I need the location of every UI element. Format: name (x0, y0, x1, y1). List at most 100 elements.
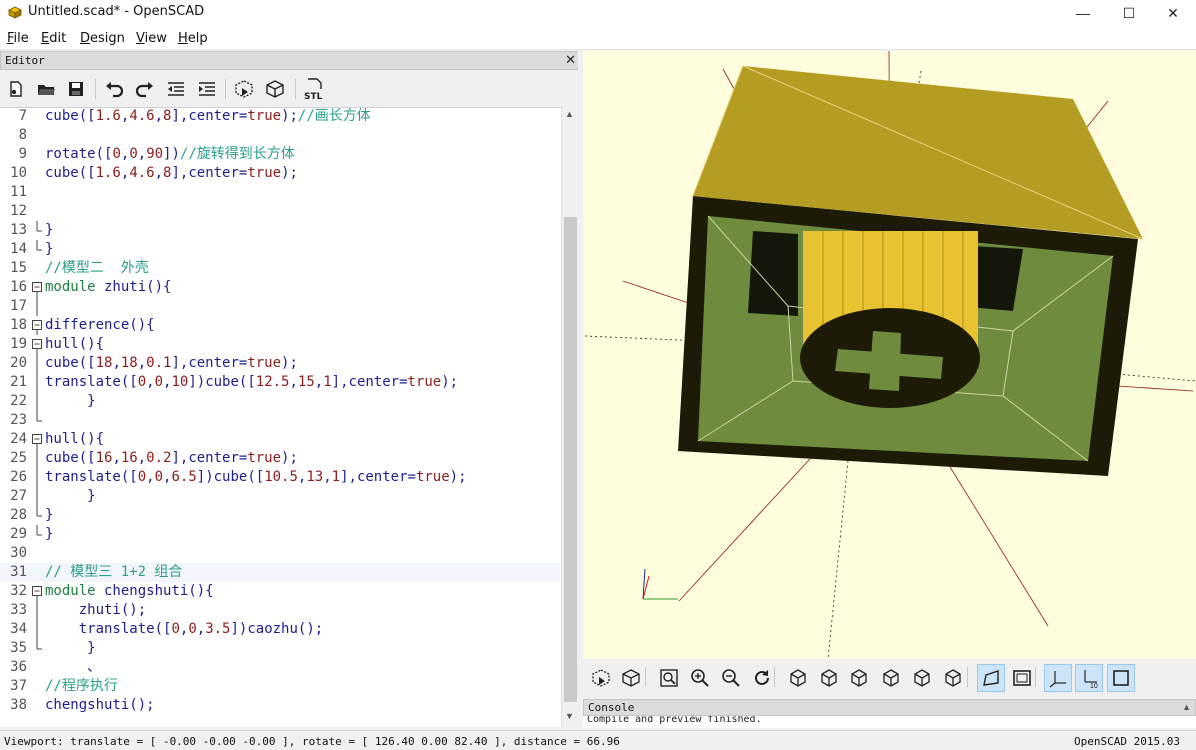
code-line[interactable]: 9 rotate([0,0,90])//旋转得到长方体 (0, 145, 560, 164)
reset-view-icon[interactable] (748, 664, 776, 692)
console-message: Compile and preview finished. (587, 716, 762, 725)
menu-edit[interactable]: Edit (41, 31, 66, 46)
indent-icon[interactable] (195, 77, 219, 101)
code-line[interactable]: 18 difference(){ (0, 316, 560, 335)
new-file-icon[interactable] (4, 77, 28, 101)
console-scroll-up-icon[interactable]: ▲ (1182, 702, 1191, 712)
scroll-up-icon[interactable]: ▲ (565, 109, 574, 119)
editor-vertical-scrollbar[interactable]: ▲ ▼ (561, 107, 578, 727)
scrollbar-thumb[interactable] (564, 217, 577, 702)
perspective-icon[interactable] (977, 664, 1005, 692)
menu-file[interactable]: File (7, 31, 29, 46)
code-line[interactable]: 34 translate([0,0,3.5])caozhu(); (0, 620, 560, 639)
code-token: 0 (137, 374, 147, 390)
code-line[interactable]: 13} (0, 221, 560, 240)
fold-toggle-icon[interactable] (31, 430, 43, 449)
view-right-icon[interactable] (784, 664, 812, 692)
model-render (584, 51, 1196, 659)
unindent-icon[interactable] (164, 77, 188, 101)
line-number: 18 (10, 317, 27, 333)
editor-close-icon[interactable]: ✕ (565, 52, 576, 68)
code-line[interactable]: 17 (0, 297, 560, 316)
code-line[interactable]: 24 hull(){ (0, 430, 560, 449)
code-token: ],center= (331, 374, 408, 390)
line-number: 30 (10, 545, 27, 561)
code-editor[interactable]: 7 cube([1.6,4.6,8],center=true);//画长方体 8 9 r… (0, 107, 578, 727)
redo-icon[interactable] (133, 77, 157, 101)
code-line[interactable]: 11 (0, 183, 560, 202)
code-line[interactable]: 33 zhuti(); (0, 601, 560, 620)
code-line[interactable]: 10 cube([1.6,4.6,8],center=true); (0, 164, 560, 183)
code-line[interactable]: 36 、 (0, 658, 560, 677)
code-line[interactable]: 19 hull(){ (0, 335, 560, 354)
code-line[interactable]: 31 // 模型三 1+2 组合 (0, 563, 560, 582)
view-back-icon[interactable] (939, 664, 967, 692)
code-token: } (45, 640, 96, 656)
minimize-button[interactable]: — (1060, 0, 1106, 26)
maximize-button[interactable]: ☐ (1106, 0, 1152, 26)
code-line[interactable]: 28} (0, 506, 560, 525)
save-icon[interactable] (64, 77, 88, 101)
show-scale-markers-icon[interactable]: 10 (1075, 664, 1103, 692)
code-line[interactable]: 25 cube([16,16,0.2],center=true); (0, 449, 560, 468)
view-left-icon[interactable] (877, 664, 905, 692)
code-line[interactable]: 20 cube([18,18,0.1],center=true); (0, 354, 560, 373)
preview-icon[interactable] (232, 77, 256, 101)
code-line[interactable]: 29} (0, 525, 560, 544)
zoom-out-icon[interactable] (717, 664, 745, 692)
menu-view[interactable]: View (136, 31, 167, 46)
open-file-icon[interactable] (34, 77, 58, 101)
show-edges-icon[interactable] (1107, 664, 1135, 692)
preview-icon[interactable] (587, 664, 615, 692)
code-line[interactable]: 22 } (0, 392, 560, 411)
scroll-down-icon[interactable]: ▼ (565, 711, 574, 721)
code-token: 90 (146, 146, 164, 162)
code-line[interactable]: 14} (0, 240, 560, 259)
code-line[interactable]: 21 translate([0,0,10])cube([12.5,15,1],ce… (0, 373, 560, 392)
fold-marker (36, 620, 38, 639)
orthogonal-icon[interactable] (1008, 664, 1036, 692)
console-output[interactable]: Compile and preview finished. (583, 716, 1196, 728)
code-line[interactable]: 16 module zhuti(){ (0, 278, 560, 297)
export-stl-icon[interactable]: STL (302, 77, 326, 101)
code-token: (){ (78, 336, 105, 352)
code-line[interactable]: 37 //程序执行 (0, 677, 560, 696)
code-line[interactable]: 15 //模型二 外壳 (0, 259, 560, 278)
code-line[interactable]: 12 (0, 202, 560, 221)
render-icon[interactable] (617, 664, 645, 692)
fold-marker (36, 525, 42, 536)
code-line[interactable]: 26 translate([0,0,6.5])cube([10.5,13,1],c… (0, 468, 560, 487)
fold-toggle-icon[interactable] (31, 335, 43, 354)
fold-toggle-icon[interactable] (31, 582, 43, 601)
fold-toggle-icon[interactable] (31, 316, 43, 335)
code-line[interactable]: 7 cube([1.6,4.6,8],center=true);//画长方体 (0, 108, 560, 126)
code-line[interactable]: 8 (0, 126, 560, 145)
code-line[interactable]: 27 } (0, 487, 560, 506)
code-line[interactable]: 32 module chengshuti(){ (0, 582, 560, 601)
code-line[interactable]: 38 chengshuti(); (0, 696, 560, 715)
view-bottom-icon[interactable] (845, 664, 873, 692)
menu-design[interactable]: Design (80, 31, 125, 46)
close-window-button[interactable]: ✕ (1150, 0, 1196, 26)
show-axes-icon[interactable] (1044, 664, 1072, 692)
code-line[interactable]: 23 (0, 411, 560, 430)
zoom-in-icon[interactable] (686, 664, 714, 692)
fold-marker (36, 221, 42, 232)
view-front-icon[interactable] (908, 664, 936, 692)
code-line[interactable]: 35 } (0, 639, 560, 658)
render-icon[interactable] (263, 77, 287, 101)
3d-viewport[interactable] (583, 51, 1196, 659)
fold-toggle-icon[interactable] (31, 278, 43, 297)
code-token: 0 (188, 621, 197, 637)
openscad-logo-icon (8, 6, 22, 19)
code-token: ]) (163, 146, 180, 162)
menu-help[interactable]: Help (178, 31, 208, 46)
view-top-icon[interactable] (815, 664, 843, 692)
code-token: ],center= (171, 108, 248, 124)
view-all-icon[interactable] (655, 664, 683, 692)
line-number: 13 (10, 222, 27, 238)
undo-icon[interactable] (102, 77, 126, 101)
code-token: 12.5 (255, 374, 290, 390)
code-token: ([ (78, 355, 96, 371)
code-line[interactable]: 30 (0, 544, 560, 563)
